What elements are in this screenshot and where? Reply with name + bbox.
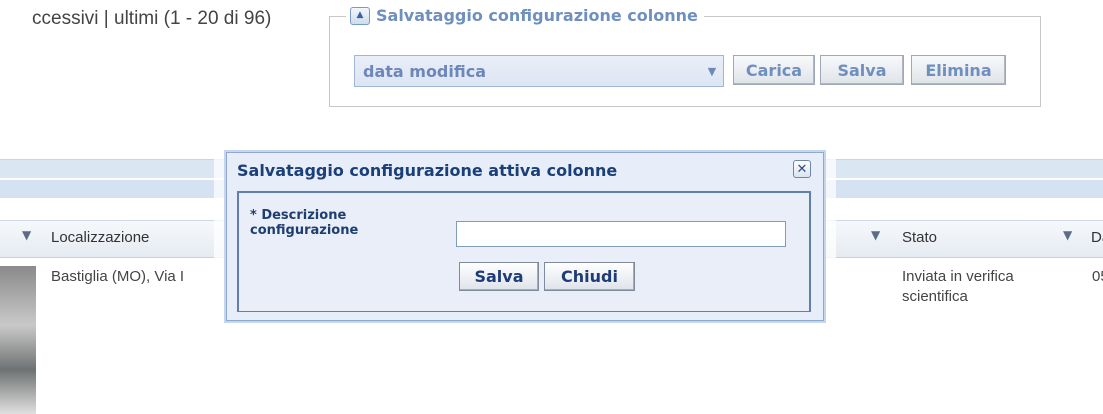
column-config-select[interactable]: data modifica ▼ [354,55,724,87]
column-config-selected: data modifica [363,61,487,81]
sort-arrow-icon[interactable]: ▼ [22,228,31,242]
dialog-save-button[interactable]: Salva [459,262,539,291]
collapse-icon[interactable]: ▲ [350,6,370,25]
column-header-location[interactable]: Localizzazione [51,229,149,246]
column-config-title: Salvataggio configurazione colonne [376,6,698,25]
cell-status: Inviata in verifica scientifica [902,268,1014,305]
sort-arrow-icon[interactable]: ▼ [1063,228,1072,242]
delete-config-button[interactable]: Elimina [911,55,1006,85]
dialog-body: * Descrizione configurazione Salva Chiud… [237,191,811,312]
column-config-legend: ▲ Salvataggio configurazione colonne [346,6,704,25]
description-input[interactable] [456,221,786,247]
column-header-date[interactable]: Da [1091,229,1103,246]
close-icon[interactable]: ✕ [793,160,811,178]
pagination-info: ccessivi | ultimi (1 - 20 di 96) [32,8,272,29]
save-config-dialog: Salvataggio configurazione attiva colonn… [226,152,824,321]
save-config-button[interactable]: Salva [820,55,904,85]
dialog-close-button[interactable]: Chiudi [544,262,635,291]
cell-date: 05 [1092,268,1103,285]
dialog-title: Salvataggio configurazione attiva colonn… [237,161,618,180]
column-header-status[interactable]: Stato [902,229,937,246]
sort-arrow-icon[interactable]: ▼ [871,228,880,242]
load-config-button[interactable]: Carica [733,55,815,85]
row-thumbnail[interactable] [0,266,36,414]
cell-location: Bastiglia (MO), Via I [51,268,185,285]
chevron-down-icon[interactable]: ▼ [701,56,723,86]
description-label: * Descrizione configurazione [250,208,359,238]
